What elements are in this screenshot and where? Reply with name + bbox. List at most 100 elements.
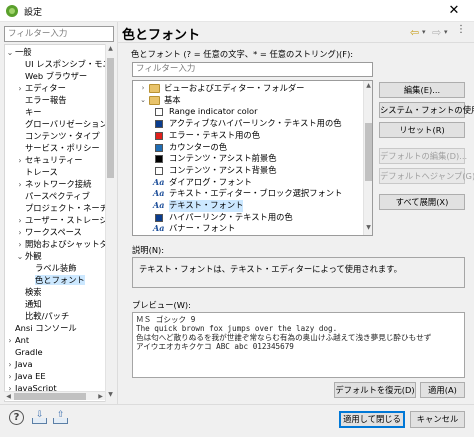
folder-icon (149, 95, 160, 105)
tree-item[interactable]: プロジェクト・ネーチャー (15, 203, 113, 214)
scroll-right-arrow-icon[interactable]: ▶ (96, 392, 105, 401)
scroll-up-arrow-icon[interactable]: ▲ (364, 82, 373, 92)
color-font-item[interactable]: Aa テキスト・フォント (133, 200, 363, 212)
description-text: テキスト・フォントは、テキスト・エディターによって使用されます。 (132, 257, 465, 288)
color-font-item[interactable]: ハイパーリンク・テキスト用の色 (133, 212, 363, 224)
tree-item[interactable]: › ネットワーク接続 (15, 179, 91, 190)
collapsed-chevron-icon[interactable]: › (15, 239, 25, 250)
tree-item[interactable]: サービス・ポリシー (15, 143, 100, 154)
scroll-down-arrow-icon[interactable]: ▼ (364, 224, 373, 234)
color-font-item[interactable]: ⌄ 基本 (133, 95, 363, 107)
edit-button[interactable]: 編集(E)... (379, 82, 465, 98)
preferences-tree-horizontal-scrollbar[interactable]: ◀ ▶ (4, 391, 105, 400)
edit-default-button[interactable]: デフォルトの編集(D)... (379, 148, 467, 164)
tree-item[interactable]: › エディター (15, 83, 66, 94)
expanded-chevron-icon[interactable]: ⌄ (5, 47, 15, 58)
expanded-chevron-icon[interactable]: ⌄ (15, 251, 25, 262)
cancel-button[interactable]: キャンセル (410, 411, 465, 428)
color-font-item[interactable]: › ビューおよびエディター・フォルダー (133, 83, 363, 95)
preferences-tree-vertical-scrollbar[interactable]: ▲ ▼ (105, 44, 114, 402)
collapsed-chevron-icon[interactable]: › (15, 179, 25, 190)
color-font-item[interactable]: アクティブなハイパーリンク・テキスト用の色 (133, 118, 363, 130)
tree-item[interactable]: UI レスポンシブ・モニター (15, 59, 113, 70)
tree-item[interactable]: Web ブラウザー (15, 71, 87, 82)
tree-item-label: プロジェクト・ネーチャー (25, 203, 113, 213)
apply-button[interactable]: 適用(A) (420, 382, 465, 398)
close-window-button[interactable]: ✕ (434, 0, 474, 22)
tree-item[interactable]: グローバリゼーション (15, 119, 108, 130)
preview-line: アイウエオカキクケコ ABC abc 012345679 (136, 342, 294, 351)
preferences-tree[interactable]: ⌄一般UI レスポンシブ・モニターWeb ブラウザー ›エディターエラー報告キーグ… (4, 44, 114, 402)
color-font-item[interactable]: Aa テキスト・エディター・ブロック選択フォント (133, 188, 363, 200)
preferences-filter-input[interactable]: フィルター入力 (4, 26, 114, 42)
scroll-thumb[interactable] (14, 393, 86, 400)
color-font-item[interactable]: Aa ダイアログ・フォント (133, 177, 363, 189)
tree-item[interactable]: キー (15, 107, 42, 118)
export-preferences-icon[interactable]: ⇧ (53, 410, 68, 424)
tree-item[interactable]: エラー報告 (15, 95, 67, 106)
color-font-item[interactable]: Aa バナー・フォント (133, 223, 363, 235)
go-to-default-button[interactable]: デフォルトへジャンプ(G) (379, 168, 474, 184)
collapsed-chevron-icon[interactable]: › (5, 371, 15, 382)
restore-defaults-button[interactable]: デフォルトを復元(D) (334, 382, 416, 398)
color-font-item[interactable]: コンテンツ・アシスト前景色 (133, 153, 363, 165)
collapsed-chevron-icon[interactable]: › (139, 83, 147, 95)
tree-item[interactable]: › Java (5, 359, 32, 370)
tree-item[interactable]: ⌄ 一般 (5, 47, 32, 58)
use-system-font-button[interactable]: システム・フォントの使用(U) (379, 102, 474, 118)
colors-tree-vertical-scrollbar[interactable]: ▲ ▼ (363, 81, 372, 235)
scroll-thumb[interactable] (365, 123, 372, 181)
help-icon[interactable]: ? (9, 410, 24, 425)
tree-item[interactable]: Ansi コンソール (5, 323, 77, 334)
tree-item[interactable]: › ワークスペース (15, 227, 81, 238)
tree-item[interactable]: › セキュリティー (15, 155, 82, 166)
reset-button[interactable]: リセット(R) (379, 122, 465, 138)
view-menu-icon[interactable]: ⋮ (456, 24, 466, 35)
collapsed-chevron-icon[interactable]: › (5, 335, 15, 346)
color-font-item[interactable]: エラー・テキスト用の色 (133, 130, 363, 142)
tree-item[interactable]: 比較/パッチ (15, 311, 69, 322)
color-font-item-label: Range indicator color (169, 106, 258, 117)
collapsed-chevron-icon[interactable]: › (15, 215, 25, 226)
forward-arrow-icon[interactable]: ⇨ (432, 26, 441, 39)
color-font-item[interactable]: Range indicator color (133, 106, 363, 118)
apply-and-close-button[interactable]: 適用して閉じる (339, 411, 405, 428)
tree-item-label: Web ブラウザー (25, 71, 88, 81)
expand-all-button[interactable]: すべて展開(X) (379, 194, 465, 210)
collapsed-chevron-icon[interactable]: › (15, 155, 25, 166)
tree-item[interactable]: パースペクティブ (15, 191, 90, 202)
tree-item[interactable]: › Ant (5, 335, 29, 346)
back-history-dropdown-icon[interactable]: ▾ (422, 28, 426, 36)
tree-item-label: パースペクティブ (25, 191, 90, 201)
tree-item[interactable]: › Java EE (5, 371, 45, 382)
tree-item[interactable]: コンテンツ・タイプ (15, 131, 100, 142)
collapsed-chevron-icon[interactable]: › (15, 83, 25, 94)
collapsed-chevron-icon[interactable]: › (5, 359, 15, 370)
tree-item[interactable]: Gradle (5, 347, 43, 358)
tree-item[interactable]: ラベル装飾 (25, 263, 77, 274)
colors-fonts-tree[interactable]: › ビューおよびエディター・フォルダー ⌄ 基本 Range indicator col… (132, 80, 373, 236)
back-arrow-icon[interactable]: ⇦ (410, 26, 419, 39)
forward-history-dropdown-icon[interactable]: ▾ (444, 28, 448, 36)
tree-item[interactable]: ›開始およびシャットダウン (15, 239, 113, 250)
tree-item[interactable]: 色とフォント (25, 275, 85, 286)
color-font-item[interactable]: カウンターの色 (133, 142, 363, 154)
expanded-chevron-icon[interactable]: ⌄ (139, 95, 147, 107)
scroll-down-arrow-icon[interactable]: ▼ (106, 391, 115, 401)
scroll-thumb[interactable] (107, 58, 114, 178)
tree-item[interactable]: ›ユーザー・ストレージ・サービ (15, 215, 113, 226)
color-swatch-icon (155, 131, 163, 140)
color-font-item[interactable]: コンテンツ・アシスト背景色 (133, 165, 363, 177)
scroll-left-arrow-icon[interactable]: ◀ (4, 392, 13, 401)
tree-item[interactable]: トレース (15, 167, 58, 178)
tree-item[interactable]: 通知 (15, 299, 42, 310)
import-preferences-icon[interactable]: ⇩ (32, 410, 47, 424)
color-font-item-label: ハイパーリンク・テキスト用の色 (169, 211, 293, 222)
tree-item[interactable]: ⌄ 外観 (15, 251, 42, 262)
tree-item[interactable]: 検索 (15, 287, 42, 298)
scroll-up-arrow-icon[interactable]: ▲ (106, 45, 115, 55)
pane-splitter[interactable] (117, 22, 118, 404)
tree-item-label: エラー報告 (25, 95, 67, 105)
collapsed-chevron-icon[interactable]: › (15, 227, 25, 238)
colors-fonts-filter-input[interactable]: フィルター入力 (132, 62, 373, 77)
